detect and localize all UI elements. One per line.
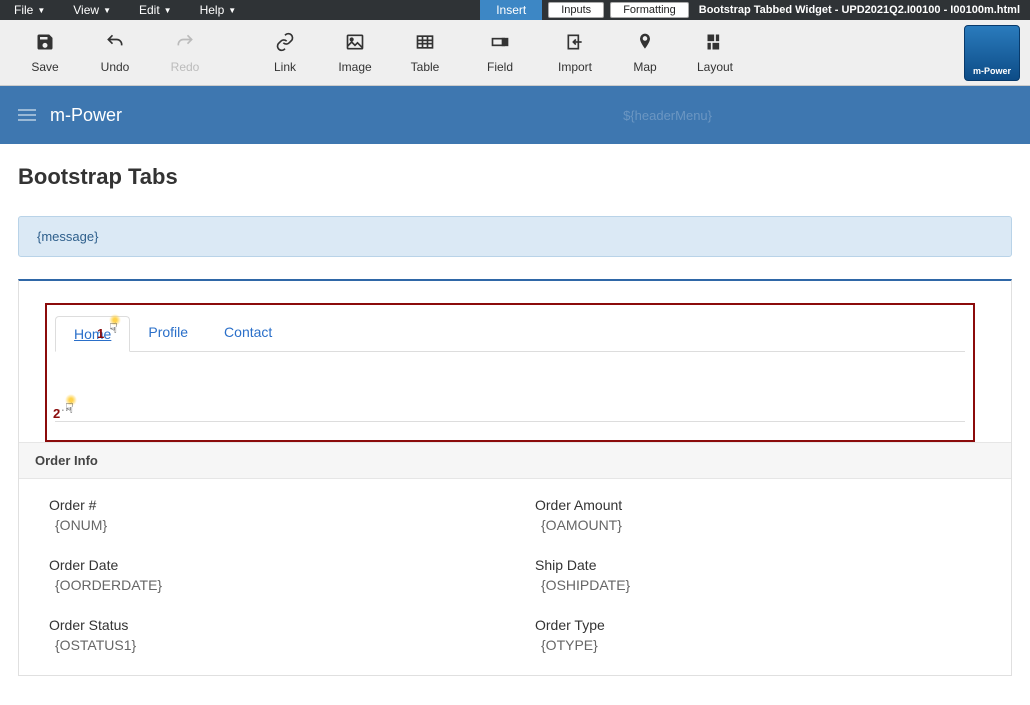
import-icon	[540, 32, 610, 60]
insertion-dots: ...	[57, 398, 69, 414]
undo-button[interactable]: Undo	[80, 32, 150, 74]
chevron-down-icon: ▼	[103, 6, 111, 15]
link-icon	[250, 32, 320, 60]
tab-row: Home Profile Contact	[55, 315, 965, 352]
redo-icon	[150, 32, 220, 60]
redo-button[interactable]: Redo	[150, 32, 220, 74]
link-button[interactable]: Link	[250, 32, 320, 74]
field-order-amount: Order Amount {OAMOUNT}	[535, 497, 981, 533]
top-menubar: File▼ View▼ Edit▼ Help▼ Insert Inputs Fo…	[0, 0, 1030, 20]
field-button[interactable]: Field	[460, 32, 540, 74]
app-brand: m-Power	[50, 105, 122, 126]
map-button[interactable]: Map	[610, 32, 680, 74]
tab-contact[interactable]: Contact	[206, 315, 290, 351]
chevron-down-icon: ▼	[228, 6, 236, 15]
layout-button[interactable]: Layout	[680, 32, 750, 74]
mpower-logo: m-Power	[964, 25, 1020, 81]
app-header: m-Power ${headerMenu}	[0, 86, 1030, 144]
mode-button-inputs[interactable]: Inputs	[548, 2, 604, 18]
field-order-number: Order # {ONUM}	[49, 497, 495, 533]
field-order-status: Order Status {OSTATUS1}	[49, 617, 495, 653]
page-title: Bootstrap Tabs	[18, 164, 1012, 190]
layout-icon	[680, 32, 750, 60]
save-button[interactable]: Save	[10, 32, 80, 74]
message-box: {message}	[18, 216, 1012, 257]
mode-button-formatting[interactable]: Formatting	[610, 2, 689, 18]
undo-icon	[80, 32, 150, 60]
page-content: Bootstrap Tabs {message} Home Profile Co…	[0, 144, 1030, 676]
field-order-type: Order Type {OTYPE}	[535, 617, 981, 653]
menu-edit[interactable]: Edit▼	[125, 3, 186, 17]
import-button[interactable]: Import	[540, 32, 610, 74]
header-menu-placeholder: ${headerMenu}	[623, 108, 712, 123]
menu-file[interactable]: File▼	[0, 3, 59, 17]
chevron-down-icon: ▼	[37, 6, 45, 15]
menu-help[interactable]: Help▼	[186, 3, 251, 17]
field-icon	[460, 32, 540, 60]
image-button[interactable]: Image	[320, 32, 390, 74]
save-icon	[10, 32, 80, 60]
table-button[interactable]: Table	[390, 32, 460, 74]
annotation-box: Home Profile Contact ☟ 1 ... ☟ 2	[45, 303, 975, 442]
image-icon	[320, 32, 390, 60]
mode-tab-insert[interactable]: Insert	[480, 0, 542, 20]
main-panel: Home Profile Contact ☟ 1 ... ☟ 2 Order I…	[18, 279, 1012, 676]
tab-home[interactable]: Home	[55, 316, 130, 352]
field-order-date: Order Date {OORDERDATE}	[49, 557, 495, 593]
hamburger-icon[interactable]	[18, 109, 36, 121]
toolbar: Save Undo Redo Link Image Table Field Im…	[0, 20, 1030, 86]
tab-profile[interactable]: Profile	[130, 315, 206, 351]
order-info-grid: Order # {ONUM} Order Amount {OAMOUNT} Or…	[45, 497, 985, 653]
section-heading-order-info: Order Info	[19, 442, 1011, 479]
file-title: Bootstrap Tabbed Widget - UPD2021Q2.I001…	[689, 4, 1030, 16]
map-icon	[610, 32, 680, 60]
menu-view[interactable]: View▼	[59, 3, 125, 17]
chevron-down-icon: ▼	[164, 6, 172, 15]
table-icon	[390, 32, 460, 60]
field-ship-date: Ship Date {OSHIPDATE}	[535, 557, 981, 593]
tab-content-area[interactable]: ☟ 1 ... ☟ 2	[55, 352, 965, 422]
